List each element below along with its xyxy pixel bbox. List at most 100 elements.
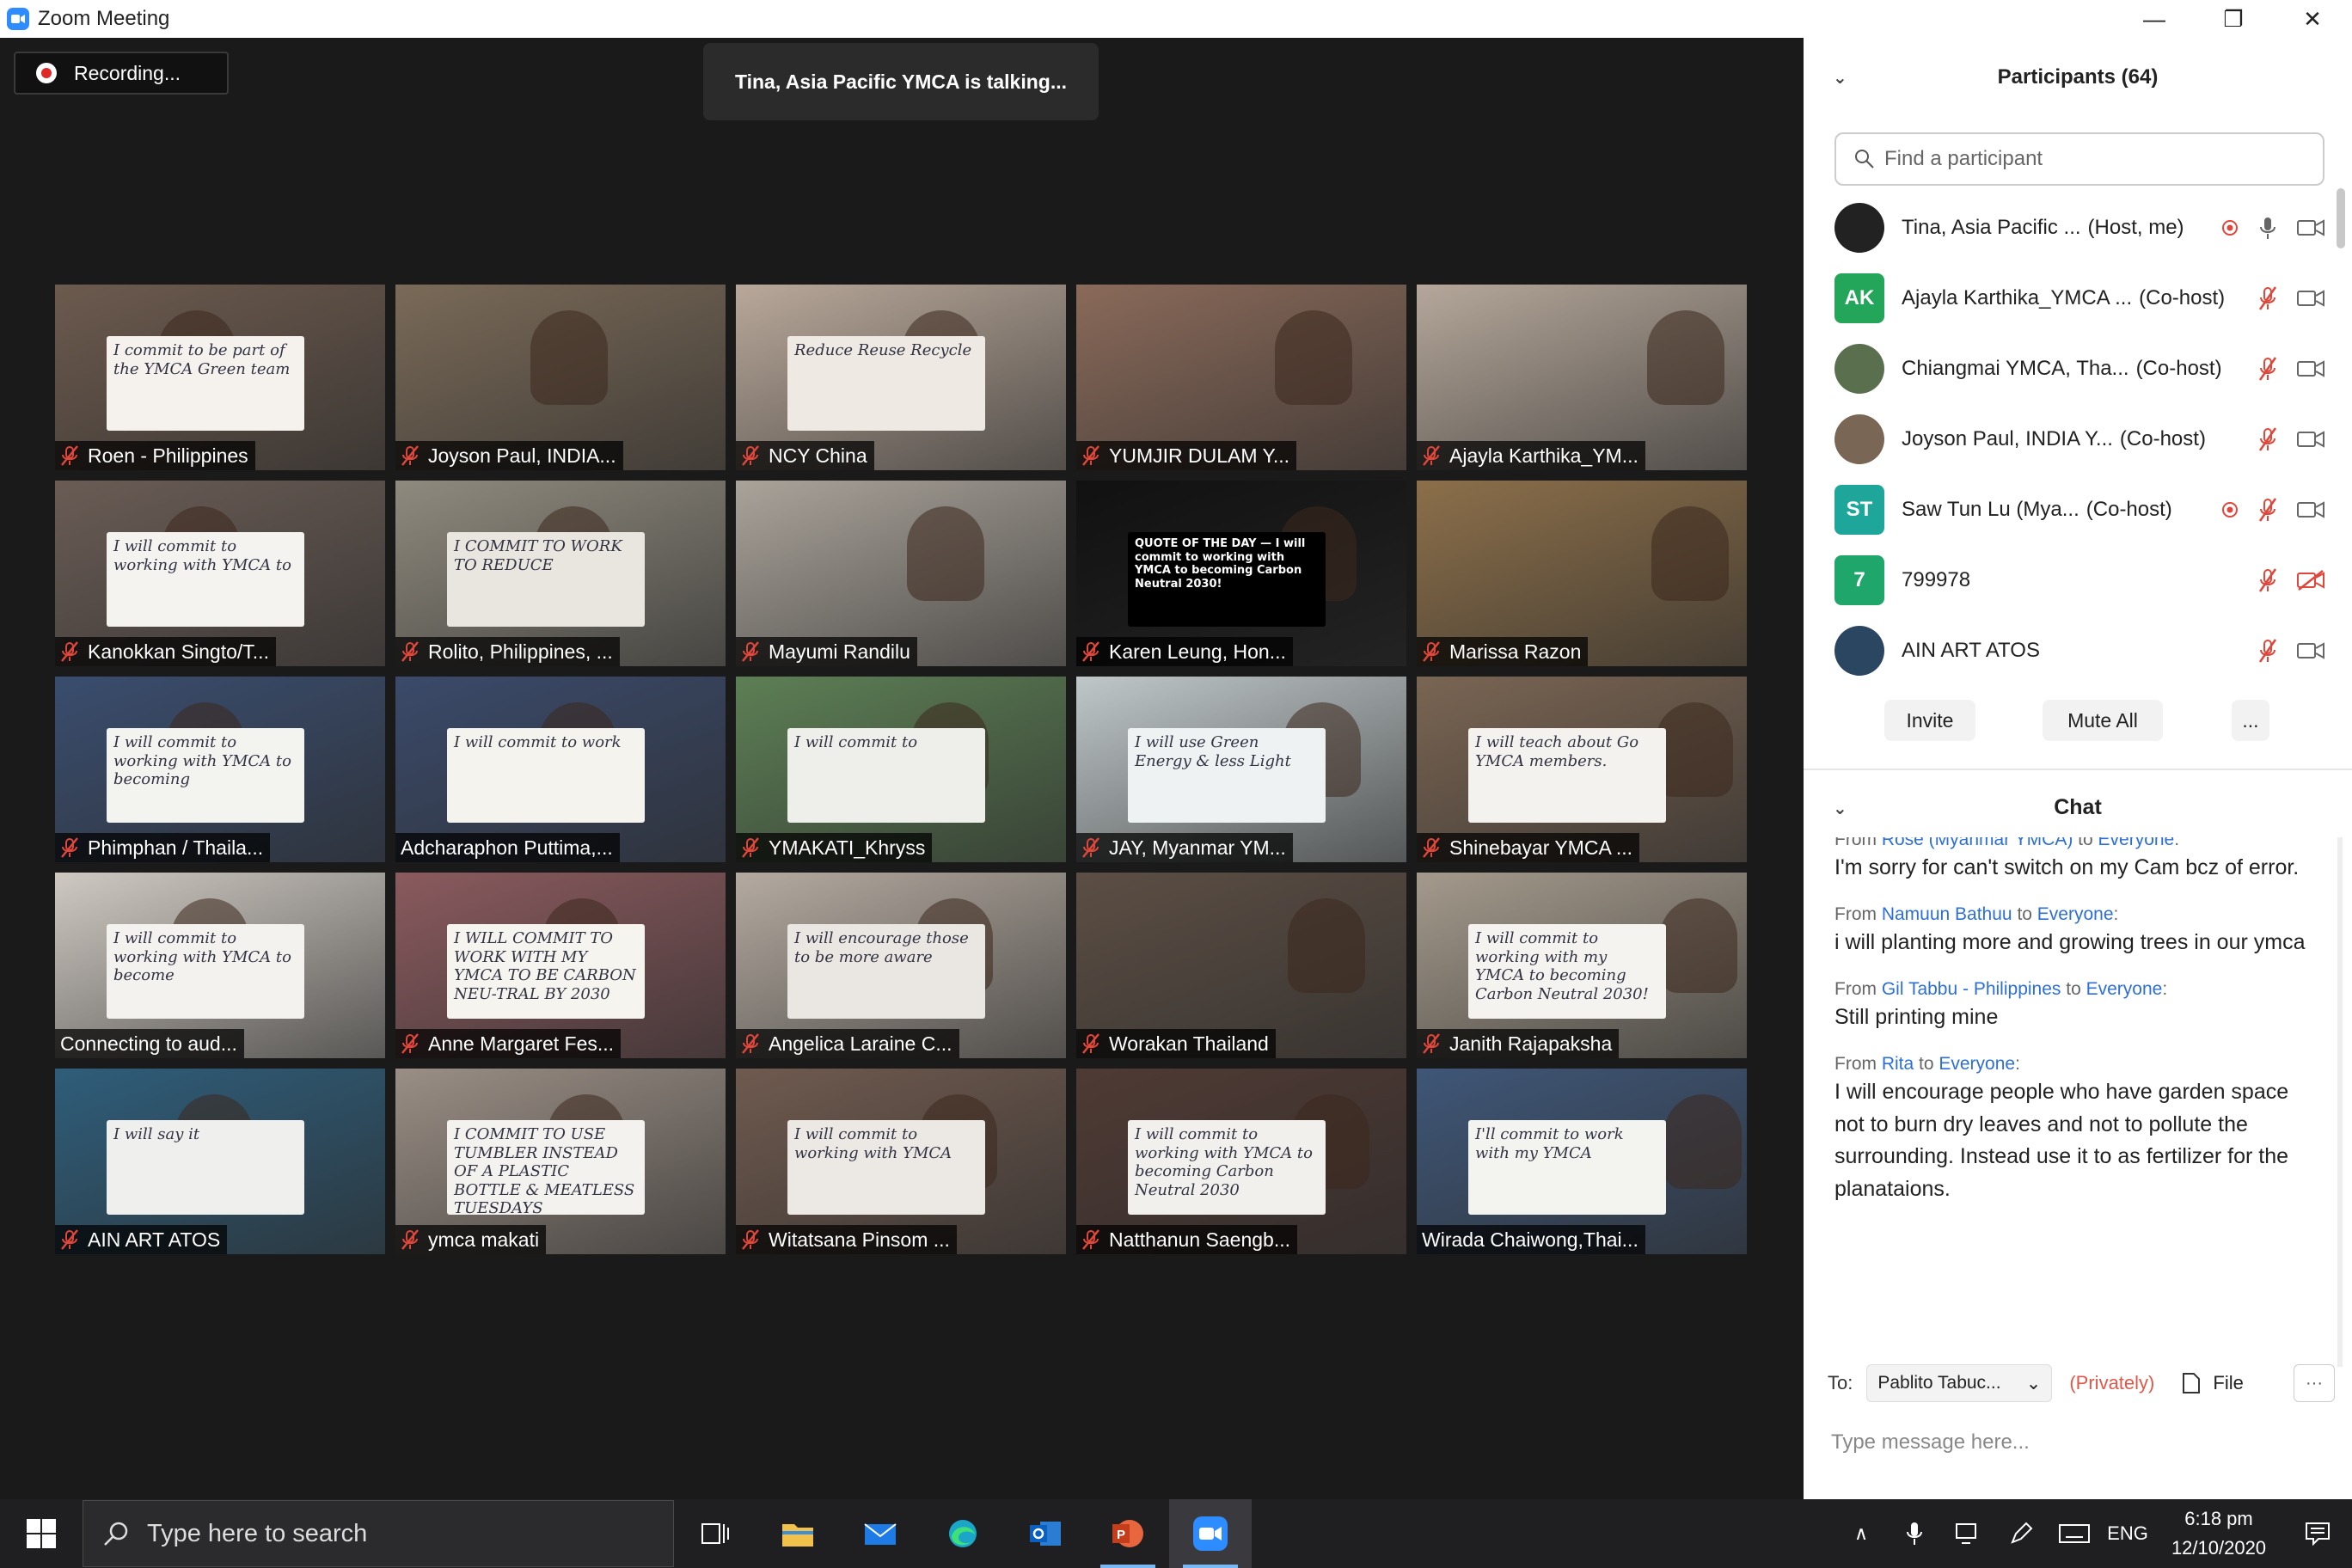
chat-recipient[interactable]: Everyone — [1939, 1054, 2015, 1074]
chat-recipient[interactable]: Everyone — [2037, 904, 2114, 924]
video-tile[interactable]: I COMMIT TO WORK TO REDUCE Rolito, Philip… — [395, 481, 726, 666]
file-button[interactable]: File — [2182, 1372, 2244, 1394]
participant-scrollbar[interactable] — [2337, 188, 2345, 248]
participant-row[interactable]: Joyson Paul, INDIA Y... (Co-host) — [1834, 404, 2333, 475]
held-sign: QUOTE OF THE DAY — I will commit to work… — [1128, 532, 1326, 627]
keyboard-icon[interactable] — [2048, 1499, 2101, 1568]
chat-sender[interactable]: Namuun Bathuu — [1882, 904, 2012, 924]
file-explorer-button[interactable] — [756, 1499, 839, 1568]
mute-all-button[interactable]: Mute All — [2043, 700, 2163, 741]
participant-row[interactable]: Chiangmai YMCA, Tha... (Co-host) — [1834, 334, 2333, 404]
video-camera-icon[interactable] — [2297, 640, 2324, 661]
video-tile[interactable]: QUOTE OF THE DAY — I will commit to work… — [1076, 481, 1406, 666]
video-tile[interactable]: I will commit to working with YMCA to Kan… — [55, 481, 385, 666]
chat-sender[interactable]: Rita — [1882, 1054, 1914, 1074]
video-tile[interactable]: I will say it AIN ART ATOS — [55, 1069, 385, 1254]
chat-sender[interactable]: Gil Tabbu - Philippines — [1882, 979, 2061, 999]
participant-name-label: Kanokkan Singto/T... — [55, 637, 276, 666]
pen-icon[interactable] — [1994, 1499, 2048, 1568]
participants-more-button[interactable]: ... — [2232, 700, 2269, 741]
zoom-taskbar-button[interactable] — [1169, 1499, 1252, 1568]
muted-mic-icon — [1423, 641, 1440, 662]
edge-button[interactable] — [922, 1499, 1004, 1568]
video-tile[interactable]: I will commit to working with my YMCA to… — [1417, 873, 1747, 1058]
network-icon[interactable] — [1941, 1499, 1994, 1568]
participant-search-input[interactable]: Find a participant — [1834, 132, 2324, 186]
start-button[interactable] — [0, 1499, 83, 1568]
chat-more-button[interactable]: ··· — [2294, 1364, 2335, 1402]
video-tile[interactable]: Reduce Reuse Recycle NCY China — [736, 285, 1066, 470]
video-tile[interactable]: I will commit to working with YMCA to be… — [1076, 1069, 1406, 1254]
task-view-button[interactable] — [674, 1499, 756, 1568]
chevron-down-icon[interactable]: ⌄ — [1833, 798, 1850, 818]
video-tile[interactable]: I will commit to work Adcharaphon Puttima… — [395, 677, 726, 862]
recipient-select[interactable]: Pablito Tabuc... ⌄ — [1866, 1364, 2053, 1402]
video-tile[interactable]: I will commit to working with YMCA Witats… — [736, 1069, 1066, 1254]
video-tile[interactable]: I will use Green Energy & less Light JAY,… — [1076, 677, 1406, 862]
video-tile[interactable]: Joyson Paul, INDIA... — [395, 285, 726, 470]
muted-mic-icon[interactable] — [2257, 639, 2278, 663]
video-camera-icon[interactable] — [2297, 288, 2324, 309]
chat-recipient[interactable]: Everyone — [2086, 979, 2163, 999]
video-tile[interactable]: I'll commit to work with my YMCA Wirada C… — [1417, 1069, 1747, 1254]
muted-mic-icon — [742, 641, 759, 662]
video-tile[interactable]: Mayumi Randilu — [736, 481, 1066, 666]
participant-row[interactable]: AIN ART ATOS — [1834, 616, 2333, 686]
participant-row[interactable]: 7 799978 — [1834, 545, 2333, 616]
chevron-up-icon[interactable]: ∧ — [1834, 1499, 1888, 1568]
video-tile[interactable]: I will commit to working with YMCA to be… — [55, 677, 385, 862]
avatar — [1834, 203, 1884, 253]
side-panel: ⌄ Participants (64) Find a participant T… — [1804, 38, 2352, 1499]
participant-status-icons — [2257, 286, 2324, 310]
minimize-button[interactable]: — — [2115, 0, 2194, 38]
video-tile[interactable]: I COMMIT TO USE TUMBLER INSTEAD OF A PLA… — [395, 1069, 726, 1254]
held-sign: I will commit to — [787, 728, 985, 823]
clock[interactable]: 6:18 pm 12/10/2020 — [2154, 1504, 2283, 1563]
video-tile[interactable]: I will commit to YMAKATI_Khryss — [736, 677, 1066, 862]
video-tile[interactable]: YUMJIR DULAM Y... — [1076, 285, 1406, 470]
muted-mic-icon[interactable] — [2257, 357, 2278, 381]
mail-button[interactable] — [839, 1499, 922, 1568]
participant-row[interactable]: AK Ajayla Karthika_YMCA ... (Co-host) — [1834, 263, 2333, 334]
muted-mic-icon[interactable] — [2257, 427, 2278, 451]
chat-message-input[interactable]: Type message here... — [1831, 1430, 2030, 1455]
muted-mic-icon — [1423, 445, 1440, 466]
muted-mic-icon[interactable] — [2257, 498, 2278, 522]
video-tile[interactable]: I commit to be part of the YMCA Green te… — [55, 285, 385, 470]
muted-mic-icon[interactable] — [2257, 286, 2278, 310]
video-tile[interactable]: Marissa Razon — [1417, 481, 1747, 666]
microphone-icon[interactable] — [1888, 1499, 1941, 1568]
video-tile[interactable]: I will commit to working with YMCA to be… — [55, 873, 385, 1058]
taskbar-search-input[interactable]: Type here to search — [83, 1500, 674, 1567]
notification-icon[interactable] — [2283, 1499, 2352, 1568]
language-indicator[interactable]: ENG — [2101, 1499, 2154, 1568]
video-tile[interactable]: Worakan Thailand — [1076, 873, 1406, 1058]
recording-indicator[interactable]: Recording... — [14, 52, 229, 95]
close-button[interactable]: ✕ — [2273, 0, 2352, 38]
video-camera-icon[interactable] — [2297, 217, 2324, 238]
invite-button[interactable]: Invite — [1884, 700, 1975, 741]
participant-row[interactable]: Tina, Asia Pacific ... (Host, me) — [1834, 193, 2333, 263]
video-camera-icon[interactable] — [2297, 499, 2324, 520]
to-label: to — [2073, 837, 2098, 849]
participant-name-label: Angelica Laraine C... — [736, 1029, 959, 1058]
participant-row[interactable]: ST Saw Tun Lu (Mya... (Co-host) — [1834, 475, 2333, 545]
chat-scrollbar[interactable] — [2337, 837, 2343, 1367]
video-camera-icon[interactable] — [2297, 358, 2324, 379]
video-camera-icon[interactable] — [2297, 429, 2324, 450]
maximize-button[interactable]: ❐ — [2194, 0, 2273, 38]
file-label: File — [2213, 1372, 2244, 1393]
microphone-icon[interactable] — [2257, 216, 2278, 240]
video-tile[interactable]: I will encourage those to be more aware A… — [736, 873, 1066, 1058]
chevron-down-icon[interactable]: ⌄ — [1833, 67, 1850, 88]
video-tile[interactable]: Ajayla Karthika_YM... — [1417, 285, 1747, 470]
chat-sender[interactable]: Rose (Myanmar YMCA) — [1882, 837, 2073, 849]
video-tile[interactable]: I WILL COMMIT TO WORK WITH MY YMCA TO BE… — [395, 873, 726, 1058]
outlook-button[interactable] — [1004, 1499, 1087, 1568]
muted-mic-icon[interactable] — [2257, 568, 2278, 592]
powerpoint-button[interactable]: P — [1087, 1499, 1169, 1568]
chat-recipient[interactable]: Everyone — [2098, 837, 2175, 849]
participant-name: Joyson Paul, INDIA... — [428, 444, 616, 467]
video-off-icon[interactable] — [2297, 570, 2324, 591]
video-tile[interactable]: I will teach about Go YMCA members. Shine… — [1417, 677, 1747, 862]
